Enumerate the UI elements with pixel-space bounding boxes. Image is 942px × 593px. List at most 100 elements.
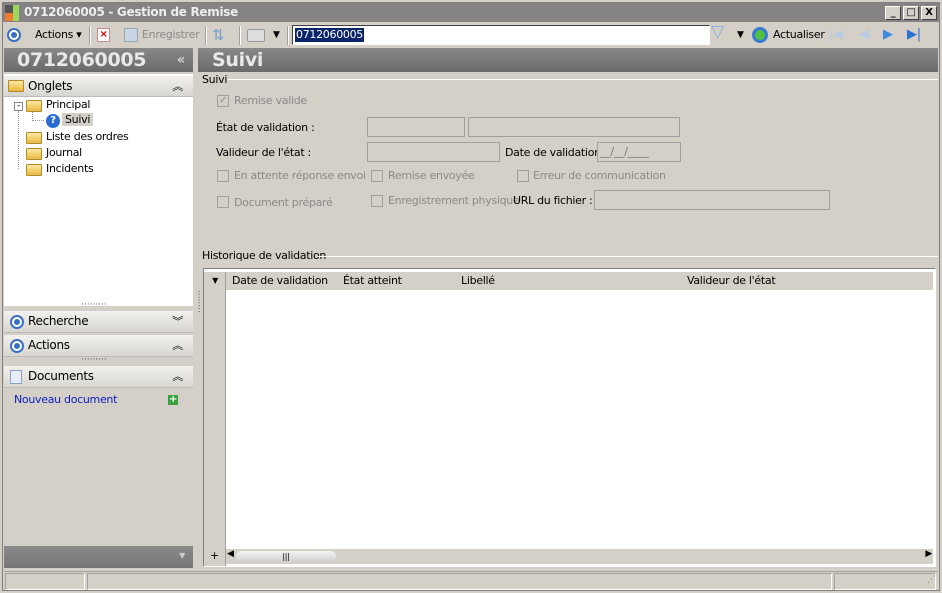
column-header-valideur[interactable]: Valideur de l'état bbox=[687, 274, 776, 287]
footer-dropdown-icon[interactable]: ▼ bbox=[179, 551, 185, 560]
tree-item-principal[interactable]: Principal bbox=[46, 98, 90, 111]
tree-item-journal[interactable]: Journal bbox=[46, 146, 82, 159]
status-bar: ⋰ bbox=[4, 571, 938, 590]
maximize-button[interactable]: □ bbox=[903, 6, 919, 20]
document-icon bbox=[10, 370, 22, 384]
onglets-header[interactable]: Onglets ︽ bbox=[4, 76, 193, 97]
help-circle-icon: ? bbox=[46, 114, 60, 128]
save-icon bbox=[124, 28, 138, 42]
documents-label: Documents bbox=[28, 369, 94, 383]
splitter-handle[interactable]: ········· bbox=[81, 301, 107, 310]
documents-header[interactable]: Documents ︽ bbox=[4, 366, 193, 388]
group-divider bbox=[318, 256, 938, 257]
date-field[interactable]: __/__/____ bbox=[597, 142, 681, 162]
filter-icon[interactable]: ▽ bbox=[711, 24, 724, 41]
collapse-panel-button[interactable]: « bbox=[177, 48, 186, 72]
recherche-header[interactable]: Recherche ︾ bbox=[4, 311, 193, 333]
search-input[interactable]: 0712060005 bbox=[292, 25, 710, 45]
splitter-handle[interactable]: ········· bbox=[81, 356, 107, 365]
collapse-chevron-icon[interactable]: ︽ bbox=[172, 335, 183, 356]
history-grid: ▼ Date de validation État atteint Libell… bbox=[203, 268, 936, 567]
previous-record-icon[interactable]: ◀ bbox=[859, 27, 869, 43]
group-suivi-label: Suivi bbox=[202, 73, 228, 86]
actions-menu-button[interactable]: Actions ▾ bbox=[35, 27, 82, 43]
last-record-icon[interactable]: ▶| bbox=[907, 27, 921, 43]
tree-line bbox=[18, 111, 19, 169]
new-document-link[interactable]: Nouveau document bbox=[14, 393, 117, 406]
separator bbox=[287, 26, 289, 45]
en-attente-label: En attente réponse envoi bbox=[234, 169, 366, 182]
print-dropdown-icon[interactable]: ▼ bbox=[273, 27, 280, 43]
etat-libelle-field[interactable] bbox=[468, 117, 680, 137]
actions-header[interactable]: Actions ︽ bbox=[4, 335, 193, 357]
tree-item-incidents[interactable]: Incidents bbox=[46, 162, 94, 175]
scroll-thumb[interactable]: ||| bbox=[236, 551, 336, 562]
actions-panel-label: Actions bbox=[28, 338, 70, 352]
expand-chevron-icon[interactable]: ︾ bbox=[172, 311, 183, 332]
etat-label: État de validation : bbox=[216, 121, 315, 134]
enregistrement-physique-checkbox[interactable] bbox=[371, 195, 383, 207]
remise-valide-label: Remise valide bbox=[234, 94, 307, 107]
erreur-communication-label: Erreur de communication bbox=[533, 169, 666, 182]
remise-envoyee-checkbox[interactable] bbox=[371, 170, 383, 182]
erreur-communication-checkbox[interactable] bbox=[517, 170, 529, 182]
refresh-icon bbox=[752, 27, 768, 43]
filter-dropdown-icon[interactable]: ▼ bbox=[737, 27, 744, 43]
tree-item-liste-des-ordres[interactable]: Liste des ordres bbox=[46, 130, 129, 143]
onglets-label: Onglets bbox=[28, 79, 73, 93]
tree-collapse-icon[interactable]: - bbox=[14, 102, 23, 111]
folder-icon bbox=[26, 148, 42, 160]
minimize-button[interactable]: _ bbox=[885, 6, 901, 20]
record-header: 0712060005 « bbox=[4, 48, 193, 72]
folder-icon bbox=[8, 80, 24, 92]
tree-line bbox=[32, 112, 44, 121]
close-button[interactable]: X bbox=[921, 6, 937, 20]
app-menu-icon[interactable] bbox=[7, 28, 21, 42]
resize-grip-icon[interactable]: ⋰ bbox=[927, 575, 936, 585]
add-icon[interactable]: + bbox=[168, 395, 178, 405]
window-title: 0712060005 - Gestion de Remise bbox=[24, 5, 238, 19]
date-label: Date de validation : bbox=[505, 146, 608, 159]
tree-item-suivi[interactable]: Suivi bbox=[62, 113, 94, 126]
enregistrement-physique-label: Enregistrement physique bbox=[388, 194, 520, 207]
scroll-right-icon[interactable]: ▶ bbox=[925, 549, 932, 559]
toolbar: Actions ▾ × Enregistrer ⇅ ▼ 0712060005 ▽… bbox=[3, 23, 939, 47]
next-record-icon[interactable]: ▶ bbox=[883, 27, 893, 43]
status-panel bbox=[5, 573, 85, 590]
collapse-chevron-icon[interactable]: ︽ bbox=[172, 76, 183, 97]
grid-column-headers: Date de validation État atteint Libellé … bbox=[226, 272, 933, 290]
scroll-left-icon[interactable]: ◀ bbox=[227, 549, 234, 559]
vertical-splitter[interactable]: ········ bbox=[193, 290, 203, 313]
tabs-panel: Onglets ︽ - Principal ? Suivi Liste des … bbox=[4, 74, 193, 306]
title-bar: 0712060005 - Gestion de Remise _ □ X bbox=[3, 3, 939, 22]
refresh-button[interactable]: Actualiser bbox=[773, 27, 825, 43]
add-row-icon[interactable]: + bbox=[210, 549, 219, 562]
column-header-etat[interactable]: État atteint bbox=[343, 274, 402, 287]
recherche-icon bbox=[10, 315, 24, 329]
horizontal-scrollbar[interactable]: ◀ ||| ▶ bbox=[226, 549, 933, 564]
status-panel bbox=[834, 573, 936, 590]
page-title: Suivi bbox=[212, 49, 264, 71]
search-value: 0712060005 bbox=[295, 28, 364, 42]
valideur-field[interactable] bbox=[367, 142, 500, 162]
delete-icon[interactable]: × bbox=[97, 28, 110, 42]
separator bbox=[205, 26, 207, 45]
url-field[interactable] bbox=[594, 190, 830, 210]
column-header-libelle[interactable]: Libellé bbox=[461, 274, 495, 287]
etat-code-field[interactable] bbox=[367, 117, 465, 137]
en-attente-checkbox[interactable] bbox=[217, 170, 229, 182]
collapse-chevron-icon[interactable]: ︽ bbox=[172, 366, 183, 387]
document-prepare-checkbox[interactable] bbox=[217, 196, 229, 208]
page-header: Suivi bbox=[198, 48, 938, 72]
print-icon[interactable] bbox=[247, 29, 265, 42]
app-logo-icon bbox=[5, 5, 21, 21]
url-label: URL du fichier : bbox=[513, 194, 593, 207]
column-chooser-icon[interactable]: ▼ bbox=[204, 272, 226, 290]
folder-icon bbox=[26, 164, 42, 176]
save-button[interactable]: Enregistrer bbox=[142, 27, 200, 43]
group-divider bbox=[228, 79, 938, 80]
sync-icon[interactable]: ⇅ bbox=[212, 27, 225, 43]
first-record-icon[interactable]: |◀ bbox=[829, 27, 843, 43]
column-header-date[interactable]: Date de validation bbox=[232, 274, 328, 287]
remise-valide-checkbox[interactable]: ✓ bbox=[217, 95, 229, 107]
